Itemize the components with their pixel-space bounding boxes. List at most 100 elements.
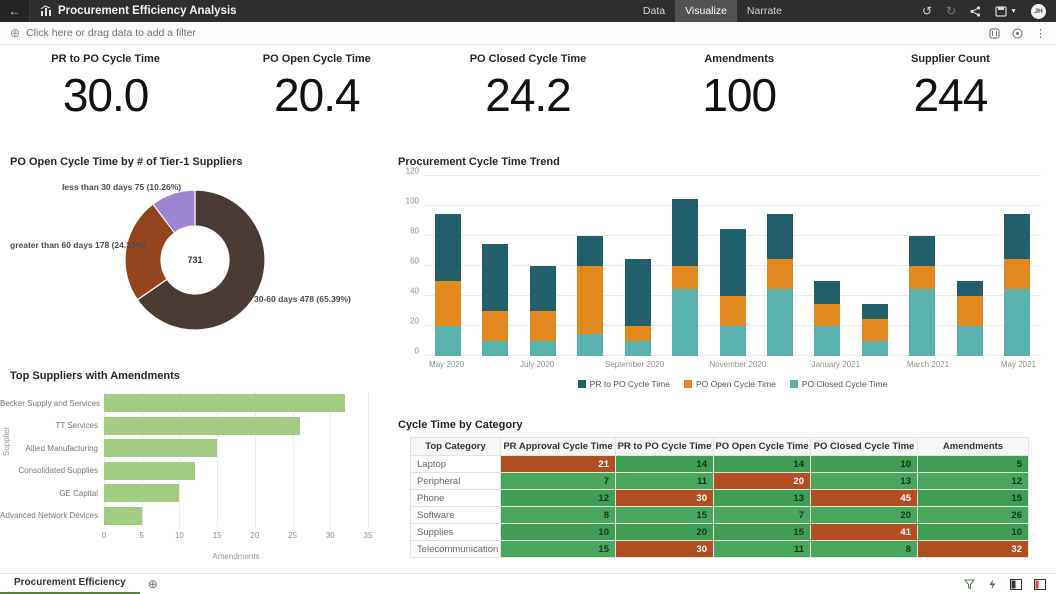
value-cell[interactable]: 12 [501,490,616,507]
table-header[interactable]: Amendments [918,438,1029,456]
value-cell[interactable]: 14 [616,456,714,473]
value-cell[interactable]: 15 [616,507,714,524]
trend-bar[interactable] [720,229,746,357]
trend-bar-segment[interactable] [530,341,556,356]
trend-bar-segment[interactable] [625,259,651,327]
trend-bar-segment[interactable] [909,236,935,266]
trend-bar-segment[interactable] [720,229,746,297]
trend-bar-segment[interactable] [767,214,793,259]
legend-item[interactable]: PO Closed Cycle Time [790,379,888,389]
trend-bar-segment[interactable] [672,199,698,267]
trend-bar[interactable] [767,214,793,357]
value-cell[interactable]: 7 [501,473,616,490]
tab-data[interactable]: Data [633,0,675,22]
value-cell[interactable]: 26 [918,507,1029,524]
trend-bar-segment[interactable] [482,244,508,312]
trend-bar-segment[interactable] [435,214,461,282]
layout-left-icon[interactable] [1010,579,1022,590]
donut-chart[interactable] [0,148,390,360]
trend-bar-segment[interactable] [482,311,508,341]
trend-bar-segment[interactable] [625,326,651,341]
supplier-bar[interactable] [104,462,195,480]
legend-item[interactable]: PO Open Cycle Time [684,379,776,389]
value-cell[interactable]: 41 [811,524,918,541]
table-header[interactable]: PO Open Cycle Time [714,438,811,456]
table-header[interactable]: PR Approval Cycle Time [501,438,616,456]
value-cell[interactable]: 45 [811,490,918,507]
trend-bar-segment[interactable] [482,341,508,356]
trend-bar[interactable] [862,304,888,357]
share-icon[interactable] [970,6,981,17]
trend-bar[interactable] [1004,214,1030,357]
category-cell[interactable]: Telecommunication [411,541,501,558]
trend-bar[interactable] [482,244,508,357]
trend-bar-segment[interactable] [814,326,840,356]
trend-bar-segment[interactable] [720,296,746,326]
trend-bar-segment[interactable] [625,341,651,356]
save-caret-icon[interactable]: ▼ [1010,8,1017,15]
supplier-bar[interactable] [104,394,345,412]
trend-bar-segment[interactable] [1004,289,1030,357]
value-cell[interactable]: 20 [616,524,714,541]
trend-bar-segment[interactable] [957,326,983,356]
legend-item[interactable]: PR to PO Cycle Time [578,379,670,389]
value-cell[interactable]: 10 [811,456,918,473]
value-cell[interactable]: 11 [714,541,811,558]
value-cell[interactable]: 7 [714,507,811,524]
trend-bar-segment[interactable] [814,281,840,304]
supplier-bar[interactable] [104,484,179,502]
trend-bar-segment[interactable] [957,281,983,296]
category-cell[interactable]: Phone [411,490,501,507]
table-header[interactable]: Top Category [411,438,501,456]
value-cell[interactable]: 32 [918,541,1029,558]
trend-bar-segment[interactable] [1004,259,1030,289]
trend-bar-segment[interactable] [909,289,935,357]
kpi-amendments[interactable]: Amendments 100 [634,45,845,148]
value-cell[interactable]: 5 [918,456,1029,473]
trend-bar-segment[interactable] [435,326,461,356]
category-cell[interactable]: Software [411,507,501,524]
trend-bar[interactable] [672,199,698,357]
trend-bar-segment[interactable] [909,266,935,289]
trend-bar-segment[interactable] [720,326,746,356]
value-cell[interactable]: 12 [918,473,1029,490]
trend-bar-segment[interactable] [767,259,793,289]
add-filter-prompt[interactable]: ⊕ Click here or drag data to add a filte… [10,27,196,39]
category-cell[interactable]: Supplies [411,524,501,541]
redo-icon[interactable]: ↻ [946,5,956,17]
tab-visualize[interactable]: Visualize [675,0,737,22]
kpi-supplier-count[interactable]: Supplier Count 244 [845,45,1056,148]
avatar[interactable]: JH [1031,4,1046,19]
filter-bar-settings-icon[interactable] [989,28,1000,39]
kpi-pr-to-po[interactable]: PR to PO Cycle Time 30.0 [0,45,211,148]
trend-bar-segment[interactable] [577,334,603,357]
supplier-bar[interactable] [104,417,300,435]
table-header[interactable]: PO Closed Cycle Time [811,438,918,456]
pin-filters-icon[interactable] [1012,28,1023,39]
value-cell[interactable]: 20 [714,473,811,490]
trend-bar-segment[interactable] [577,236,603,266]
save-icon[interactable]: ▼ [995,6,1017,17]
trend-bar-segment[interactable] [435,281,461,326]
trend-bar-segment[interactable] [577,266,603,334]
trend-bar[interactable] [577,236,603,356]
value-cell[interactable]: 30 [616,490,714,507]
trend-bar-segment[interactable] [862,304,888,319]
undo-icon[interactable]: ↺ [922,5,932,17]
supplier-bar[interactable] [104,439,217,457]
value-cell[interactable]: 15 [918,490,1029,507]
value-cell[interactable]: 8 [501,507,616,524]
value-cell[interactable]: 13 [811,473,918,490]
value-cell[interactable]: 8 [811,541,918,558]
value-cell[interactable]: 13 [714,490,811,507]
value-cell[interactable]: 30 [616,541,714,558]
supplier-bar[interactable] [104,507,142,525]
trend-bar-segment[interactable] [672,266,698,289]
add-canvas-icon[interactable]: ⊕ [148,577,158,591]
trend-bar-segment[interactable] [767,289,793,357]
trend-bar-segment[interactable] [1004,214,1030,259]
back-button[interactable]: ← [0,0,30,22]
auto-insights-icon[interactable] [987,579,998,590]
trend-bar-segment[interactable] [957,296,983,326]
trend-bar-segment[interactable] [862,341,888,356]
